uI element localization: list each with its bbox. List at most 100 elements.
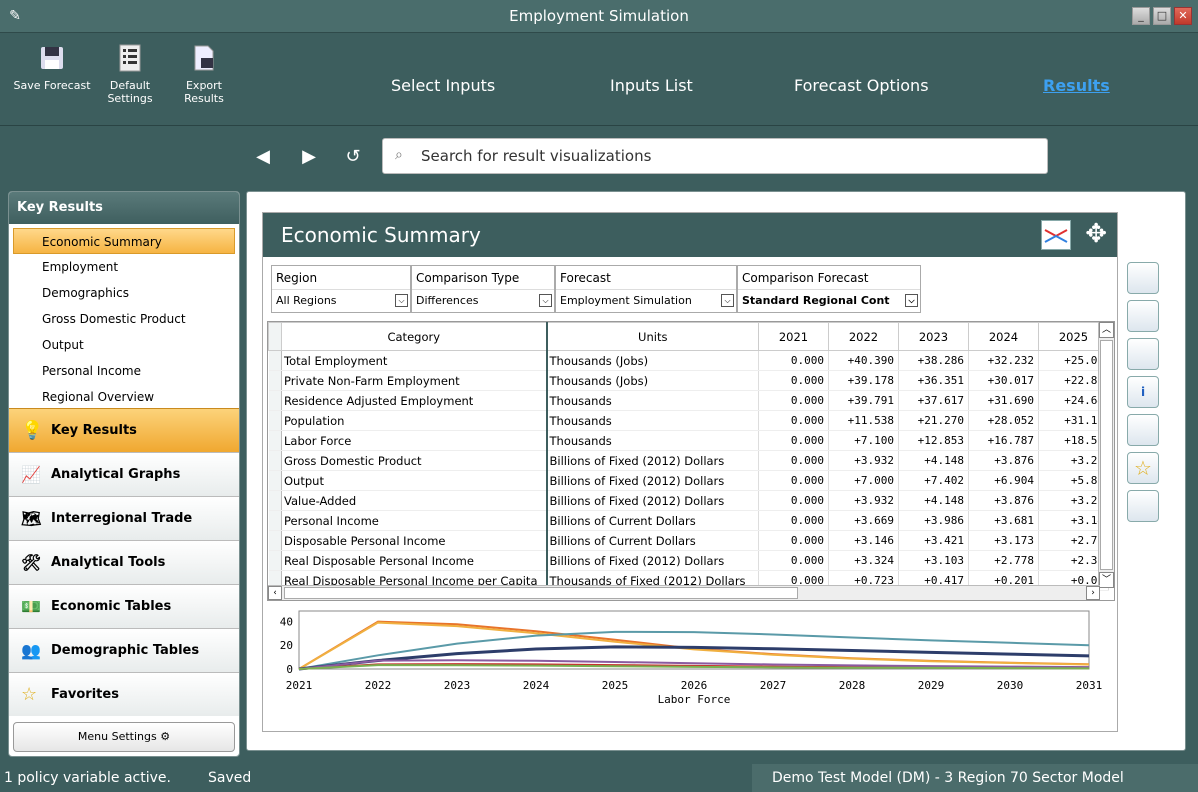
x-tick-label: 2026 bbox=[681, 679, 708, 692]
save-forecast-button[interactable]: Save Forecast bbox=[10, 44, 94, 92]
history-icon[interactable]: ↺ bbox=[342, 146, 364, 168]
chevron-down-icon[interactable]: ⌵ bbox=[539, 294, 552, 307]
category-analytical-graphs[interactable]: 📈 Analytical Graphs bbox=[9, 452, 239, 496]
tab-inputs-list[interactable]: Inputs List bbox=[610, 76, 693, 95]
forward-icon[interactable]: ▶ bbox=[298, 146, 320, 168]
table-row[interactable]: Residence Adjusted Employment Thousands 0.… bbox=[268, 390, 1109, 411]
cell-units: Billions of Fixed (2012) Dollars bbox=[546, 470, 759, 491]
category-label: Demographic Tables bbox=[51, 643, 200, 658]
column-header[interactable]: 2022 bbox=[828, 322, 899, 351]
table-row[interactable]: Disposable Personal Income Billions of Cu… bbox=[268, 530, 1109, 551]
table-row[interactable]: Personal Income Billions of Current Dolla… bbox=[268, 510, 1109, 531]
scroll-up-icon[interactable]: ︿ bbox=[1099, 322, 1114, 338]
table-row[interactable]: Value-Added Billions of Fixed (2012) Doll… bbox=[268, 490, 1109, 511]
export-label: Export Results bbox=[184, 79, 224, 105]
maximize-button[interactable]: □ bbox=[1153, 7, 1171, 25]
column-header[interactable]: Units bbox=[546, 322, 759, 351]
search-input[interactable] bbox=[421, 145, 1021, 167]
sidebar-item-employment[interactable]: Employment bbox=[9, 254, 239, 280]
hscroll-thumb[interactable] bbox=[284, 587, 798, 599]
sidebar-item-gdp[interactable]: Gross Domestic Product bbox=[9, 306, 239, 332]
table-row[interactable]: Gross Domestic Product Billions of Fixed … bbox=[268, 450, 1109, 471]
table-row[interactable]: Real Disposable Personal Income Billions … bbox=[268, 550, 1109, 571]
default-settings-button[interactable]: Default Settings bbox=[100, 44, 160, 105]
row-header[interactable] bbox=[268, 350, 282, 371]
print-icon[interactable] bbox=[1127, 414, 1159, 446]
settings-icon[interactable] bbox=[1127, 338, 1159, 370]
table-row[interactable]: Labor Force Thousands 0.000 +7.100 +12.853 +1… bbox=[268, 430, 1109, 451]
category-economic-tables[interactable]: 💵 Economic Tables bbox=[9, 584, 239, 628]
chevron-down-icon[interactable]: ⌵ bbox=[721, 294, 734, 307]
move-icon[interactable]: ✥ bbox=[1085, 219, 1107, 249]
status-model-text: Demo Test Model (DM) - 3 Region 70 Secto… bbox=[772, 770, 1124, 786]
row-header[interactable] bbox=[268, 510, 282, 531]
sidebar-item-demographics[interactable]: Demographics bbox=[9, 280, 239, 306]
sidebar-item-economic-summary[interactable]: Economic Summary bbox=[13, 228, 235, 254]
info-icon[interactable]: i bbox=[1127, 376, 1159, 408]
horizontal-scrollbar[interactable]: ‹ › bbox=[268, 585, 1100, 600]
chart-toggle-icon[interactable] bbox=[1041, 220, 1071, 250]
scroll-left-icon[interactable]: ‹ bbox=[268, 586, 282, 600]
table-row[interactable]: Private Non-Farm Employment Thousands (Jo… bbox=[268, 370, 1109, 391]
row-header[interactable] bbox=[268, 370, 282, 391]
zoom-icon[interactable] bbox=[1127, 490, 1159, 522]
close-button[interactable]: ✕ bbox=[1174, 7, 1192, 25]
sidebar-item-regional-overview[interactable]: Regional Overview bbox=[9, 384, 239, 410]
comparison-forecast-filter[interactable]: Comparison Forecast Standard Regional Co… bbox=[737, 265, 921, 313]
column-header[interactable]: 2024 bbox=[968, 322, 1039, 351]
minimize-button[interactable]: _ bbox=[1132, 7, 1150, 25]
table-row[interactable]: Population Thousands 0.000 +11.538 +21.270 +2… bbox=[268, 410, 1109, 431]
column-header[interactable]: 2021 bbox=[758, 322, 829, 351]
category-interregional-trade[interactable]: 🗺 Interregional Trade bbox=[9, 496, 239, 540]
back-icon[interactable]: ◀ bbox=[252, 146, 274, 168]
scroll-thumb[interactable] bbox=[1100, 340, 1113, 570]
sidebar-item-personal-income[interactable]: Personal Income bbox=[9, 358, 239, 384]
category-key-results[interactable]: 💡 Key Results bbox=[9, 408, 239, 452]
cell-value: 0.000 bbox=[758, 430, 829, 451]
column-header[interactable]: 2023 bbox=[898, 322, 969, 351]
row-header[interactable] bbox=[268, 450, 282, 471]
cell-units: Thousands bbox=[546, 390, 759, 411]
tab-results[interactable]: Results bbox=[1043, 76, 1110, 95]
filter-icon[interactable] bbox=[1127, 300, 1159, 332]
category-favorites[interactable]: ☆ Favorites bbox=[9, 672, 239, 716]
tab-forecast-options[interactable]: Forecast Options bbox=[794, 76, 929, 95]
x-tick-label: 2024 bbox=[523, 679, 550, 692]
sidebar-item-output[interactable]: Output bbox=[9, 332, 239, 358]
chevron-down-icon[interactable]: ⌵ bbox=[905, 294, 918, 307]
column-header[interactable]: Category bbox=[281, 322, 548, 351]
forecast-filter[interactable]: Forecast Employment Simulation ⌵ bbox=[555, 265, 737, 313]
row-header[interactable] bbox=[268, 430, 282, 451]
y-tick-label: 20 bbox=[280, 639, 293, 652]
results-grid[interactable]: Category Units 2021 2022 2023 2024 2025 … bbox=[267, 321, 1115, 601]
cell-value: 0.000 bbox=[758, 550, 829, 571]
cell-value: +7.000 bbox=[828, 470, 899, 491]
comparison-type-filter[interactable]: Comparison Type Differences ⌵ bbox=[411, 265, 555, 313]
menu-settings-button[interactable]: Menu Settings ⚙ bbox=[13, 722, 235, 752]
row-header[interactable] bbox=[268, 490, 282, 511]
region-filter[interactable]: Region All Regions ⌵ bbox=[271, 265, 411, 313]
chevron-down-icon[interactable]: ⌵ bbox=[395, 294, 408, 307]
scroll-right-icon[interactable]: › bbox=[1086, 586, 1100, 600]
table-row[interactable]: Output Billions of Fixed (2012) Dollars 0.… bbox=[268, 470, 1109, 491]
row-header[interactable] bbox=[268, 410, 282, 431]
tools-icon: 🛠 bbox=[21, 553, 42, 572]
table-row[interactable]: Total Employment Thousands (Jobs) 0.000 +40… bbox=[268, 350, 1109, 371]
vertical-scrollbar[interactable]: ︿ ﹀ bbox=[1098, 322, 1114, 588]
filter-header: Region bbox=[272, 266, 410, 290]
scroll-down-icon[interactable]: ﹀ bbox=[1099, 572, 1114, 588]
row-header[interactable] bbox=[268, 470, 282, 491]
category-demographic-tables[interactable]: 👥 Demographic Tables bbox=[9, 628, 239, 672]
row-header[interactable] bbox=[268, 530, 282, 551]
chart-table-icon[interactable] bbox=[1127, 262, 1159, 294]
cell-category: Residence Adjusted Employment bbox=[281, 390, 548, 411]
row-header[interactable] bbox=[268, 390, 282, 411]
cell-value: +3.932 bbox=[828, 450, 899, 471]
row-header[interactable] bbox=[268, 550, 282, 571]
export-results-button[interactable]: Export Results bbox=[172, 44, 236, 105]
search-box[interactable]: ⌕ bbox=[382, 138, 1048, 174]
category-analytical-tools[interactable]: 🛠 Analytical Tools bbox=[9, 540, 239, 584]
cell-category: Value-Added bbox=[281, 490, 548, 511]
tab-select-inputs[interactable]: Select Inputs bbox=[391, 76, 495, 95]
favorite-star-icon[interactable]: ☆ bbox=[1127, 452, 1159, 484]
